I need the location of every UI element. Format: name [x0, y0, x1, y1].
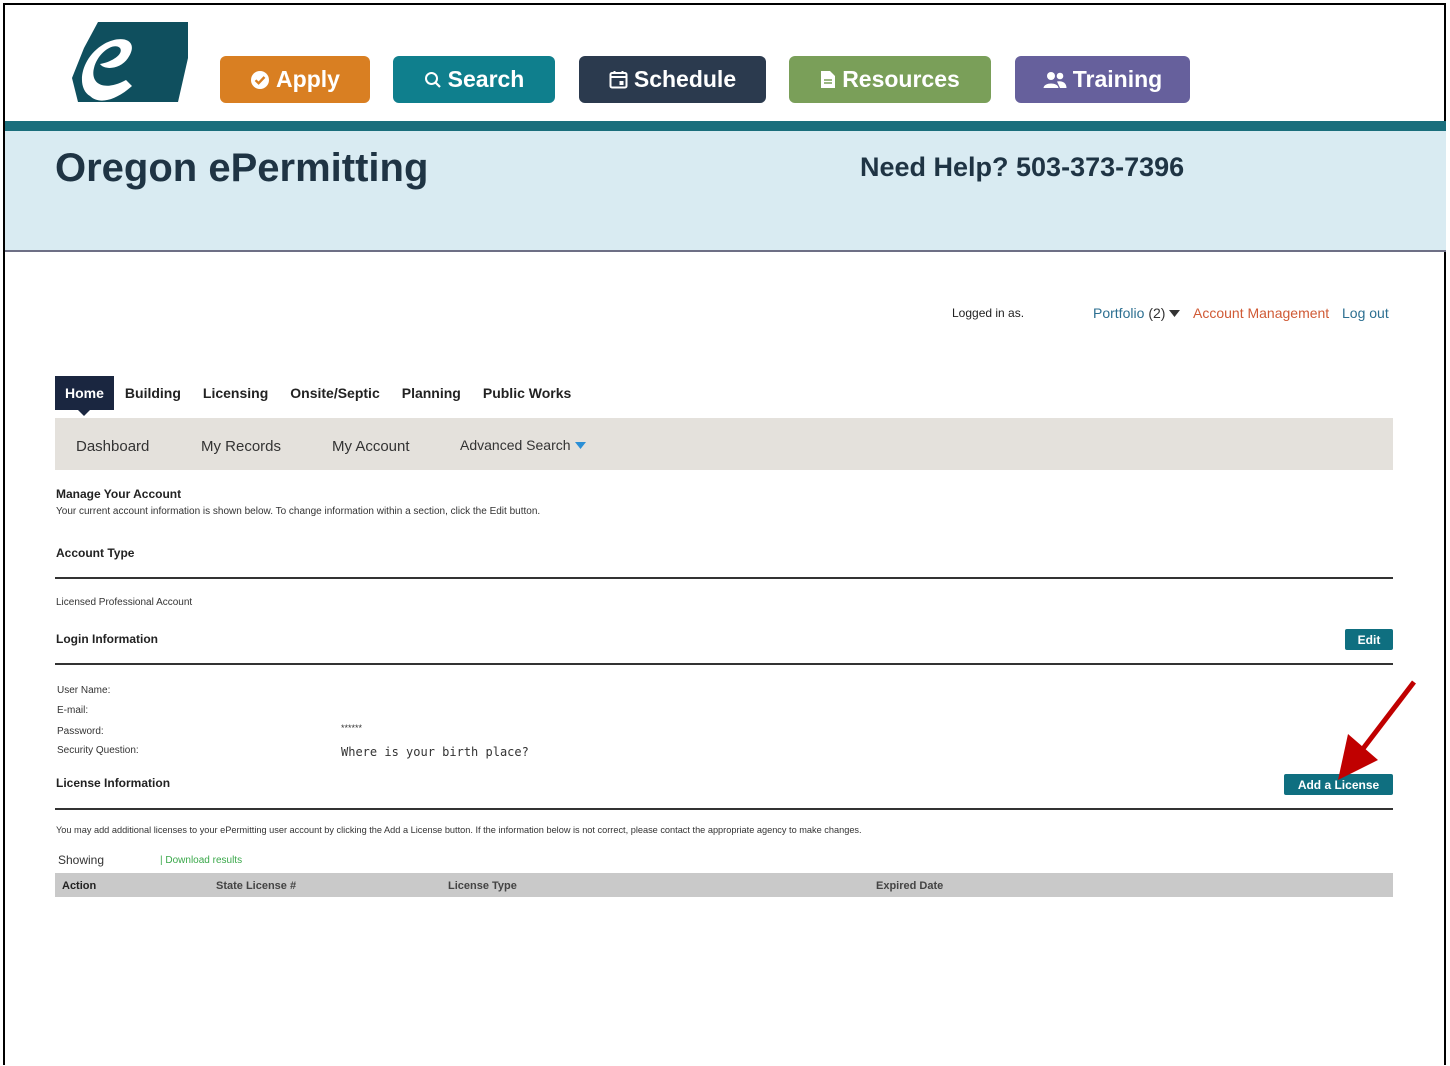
subnav-my-records[interactable]: My Records	[201, 438, 281, 455]
search-icon	[424, 71, 441, 88]
account-management-link[interactable]: Account Management	[1193, 305, 1329, 321]
subnav-advanced-search[interactable]: Advanced Search	[460, 437, 586, 453]
header-divider	[5, 121, 1446, 131]
download-results-link[interactable]: | Download results	[160, 855, 242, 866]
password-value: ******	[341, 723, 363, 733]
section-divider	[55, 663, 1393, 665]
subnav-my-account[interactable]: My Account	[332, 438, 410, 455]
section-divider	[55, 577, 1393, 579]
security-question-label: Security Question:	[57, 745, 139, 756]
logged-in-text: Logged in as.	[952, 306, 1025, 320]
account-type-title: Account Type	[56, 546, 135, 560]
document-icon	[821, 71, 836, 88]
account-type-value: Licensed Professional Account	[56, 597, 193, 608]
login-information-title: Login Information	[56, 632, 158, 646]
tab-building[interactable]: Building	[114, 376, 192, 410]
training-button[interactable]: Training	[1015, 56, 1190, 103]
advanced-search-label: Advanced Search	[460, 437, 571, 453]
tab-onsite-septic[interactable]: Onsite/Septic	[279, 376, 390, 410]
tab-licensing[interactable]: Licensing	[192, 376, 279, 410]
password-label: Password:	[57, 726, 104, 737]
column-license-type[interactable]: License Type	[448, 880, 517, 892]
users-icon	[1043, 71, 1067, 88]
tab-home[interactable]: Home	[55, 376, 114, 416]
check-circle-icon	[251, 70, 270, 89]
license-information-title: License Information	[56, 776, 171, 790]
license-table-header: Action State License # License Type Expi…	[55, 873, 1393, 897]
section-divider	[55, 808, 1393, 810]
sub-navigation: Dashboard My Records My Account Advanced…	[55, 418, 1393, 470]
caret-down-icon	[1169, 309, 1181, 317]
edit-button[interactable]: Edit	[1345, 629, 1393, 650]
column-expired-date[interactable]: Expired Date	[876, 880, 943, 892]
manage-account-title: Manage Your Account	[56, 487, 182, 501]
security-question-value: Where is your birth place?	[341, 745, 529, 759]
red-arrow-annotation	[1338, 680, 1416, 780]
column-action[interactable]: Action	[62, 880, 96, 892]
license-description: You may add additional licenses to your …	[56, 825, 862, 835]
email-label: E-mail:	[57, 705, 89, 716]
schedule-button[interactable]: Schedule	[579, 56, 766, 103]
user-name-label: User Name:	[57, 685, 111, 696]
portfolio-count: (2)	[1148, 305, 1166, 321]
showing-label: Showing	[58, 853, 105, 867]
resources-label: Resources	[842, 66, 960, 92]
calendar-icon	[609, 71, 628, 89]
apply-button[interactable]: Apply	[220, 56, 370, 103]
manage-account-description: Your current account information is show…	[56, 506, 541, 517]
column-state-license[interactable]: State License #	[216, 880, 296, 892]
caret-down-icon	[574, 441, 586, 449]
tab-planning[interactable]: Planning	[391, 376, 472, 410]
portfolio-label: Portfolio	[1093, 305, 1145, 321]
logout-link[interactable]: Log out	[1342, 305, 1389, 321]
schedule-label: Schedule	[633, 66, 737, 92]
site-title: Oregon ePermitting	[55, 146, 429, 190]
portfolio-dropdown[interactable]: Portfolio (2)	[1093, 305, 1181, 321]
tab-public-works[interactable]: Public Works	[472, 376, 582, 410]
search-label: Search	[447, 66, 525, 92]
training-label: Training	[1072, 66, 1163, 92]
help-phone: Need Help? 503-373-7396	[860, 152, 1185, 182]
apply-label: Apply	[276, 66, 340, 92]
module-tabs: Home Building Licensing Onsite/Septic Pl…	[55, 376, 582, 416]
subnav-dashboard[interactable]: Dashboard	[76, 438, 149, 455]
oregon-epermitting-logo[interactable]	[70, 18, 188, 104]
search-button[interactable]: Search	[393, 56, 555, 103]
resources-button[interactable]: Resources	[789, 56, 991, 103]
